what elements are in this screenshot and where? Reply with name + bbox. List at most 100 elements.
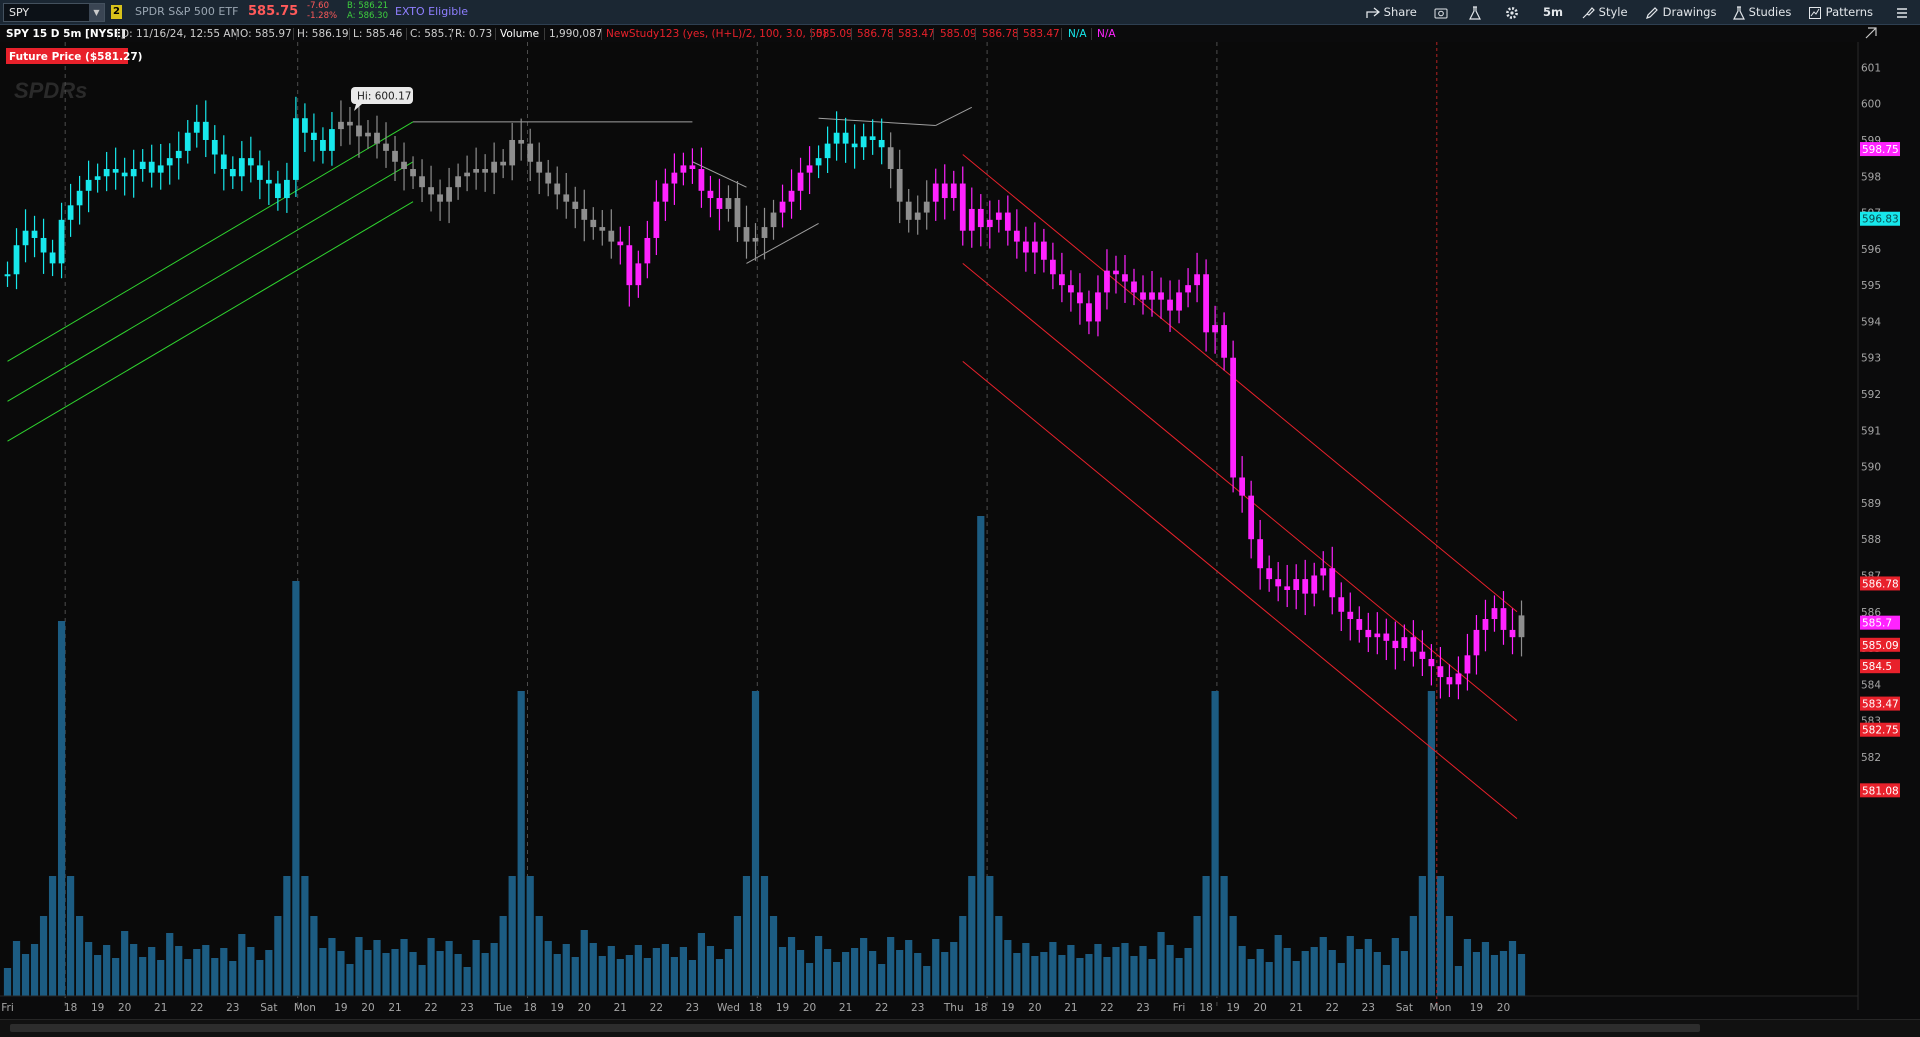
candle-body	[1401, 637, 1408, 649]
candle-body	[662, 183, 669, 202]
volume-bar	[643, 958, 651, 996]
candle-body	[1347, 611, 1354, 620]
time-tick-label: 19	[1001, 1002, 1014, 1014]
candle-body	[1455, 673, 1462, 685]
candle-body	[788, 190, 795, 202]
volume-bar	[1076, 958, 1084, 996]
volume-bar	[265, 950, 273, 996]
volume-bar	[229, 961, 237, 996]
candle-body	[725, 198, 732, 209]
candle-body	[311, 132, 317, 140]
candle-body	[220, 154, 227, 170]
volume-bar	[75, 916, 84, 996]
price-tick-label: 601	[1861, 62, 1881, 74]
volume-bar	[652, 948, 660, 996]
volume-bar	[48, 876, 57, 996]
volume-bar	[1337, 963, 1345, 996]
price-tick-label: 593	[1861, 353, 1881, 365]
candle-body	[166, 158, 173, 166]
volume-bar	[661, 944, 669, 996]
volume-bar	[751, 691, 760, 996]
price-tick-label: 592	[1861, 389, 1881, 401]
volume-bar	[679, 947, 688, 996]
candle-body	[554, 183, 561, 195]
candle-body	[1203, 274, 1209, 333]
volume-bar	[337, 951, 345, 996]
volume-bar	[57, 621, 66, 996]
volume-bar	[247, 947, 255, 996]
volume-bar	[292, 581, 300, 996]
candle-body	[58, 219, 65, 264]
candle-body	[608, 230, 615, 242]
volume-bar	[1175, 958, 1183, 996]
volume-bar	[977, 516, 985, 996]
candle-body	[1221, 325, 1227, 358]
volume-bar	[823, 949, 832, 996]
volume-bar	[1256, 949, 1264, 996]
volume-bar	[1148, 959, 1156, 996]
volume-bar	[1220, 876, 1228, 996]
horizontal-scrollbar[interactable]	[0, 1019, 1920, 1037]
time-axis[interactable]: Fri 18 19 20 21 22 23 Sat Mon 19 20 21 22 23 Tue 18 19 20…	[0, 995, 1858, 1014]
volume-bar	[1454, 966, 1463, 996]
time-tick-label: 20	[1253, 1002, 1266, 1014]
candle-body	[1095, 292, 1101, 322]
future-price-text: Future Price ($581.27)	[9, 51, 142, 63]
volume-bar	[1247, 959, 1255, 996]
candle-body	[1040, 241, 1047, 260]
volume-bar	[1238, 946, 1246, 996]
volume-bar	[553, 954, 561, 996]
candle-body	[590, 219, 597, 228]
candle-body	[1131, 281, 1137, 293]
time-tick-label: Fri	[1, 1002, 14, 1014]
candle-body	[878, 139, 885, 148]
price-badge-label: 584.5	[1862, 661, 1892, 673]
volume-bar	[715, 959, 724, 996]
price-tick-label: 595	[1861, 280, 1881, 292]
price-axis[interactable]: 5825835845855865875885895905915925935945…	[1857, 42, 1900, 1010]
volume-bar	[1139, 946, 1147, 996]
price-badge-label: 581.08	[1862, 785, 1899, 797]
time-tick-label: 23	[1362, 1002, 1375, 1014]
volume-bar	[1229, 916, 1237, 996]
candle-body	[1311, 575, 1318, 594]
candle-body	[283, 179, 290, 199]
candle-body	[1140, 292, 1146, 300]
candle-body	[536, 161, 543, 173]
candle-body	[716, 198, 723, 209]
candle-body	[1482, 619, 1489, 630]
time-tick-label: Sat	[260, 1002, 277, 1014]
candle-body	[121, 172, 128, 177]
volume-bar	[1373, 952, 1381, 996]
time-tick-label: 18	[749, 1002, 762, 1014]
time-tick-label: 18	[1199, 1002, 1212, 1014]
volume-bar	[851, 948, 859, 996]
candle-body	[563, 194, 570, 202]
candle-body	[1257, 539, 1264, 569]
volume-bar	[959, 916, 967, 996]
volume-bar	[355, 937, 363, 996]
candle-body	[211, 139, 218, 155]
price-tick-label: 588	[1861, 534, 1881, 546]
time-tick-label: 20	[803, 1002, 816, 1014]
time-tick-label: 19	[551, 1002, 564, 1014]
volume-bar	[391, 949, 399, 996]
candle-body	[1293, 579, 1300, 590]
candle-body	[293, 118, 299, 180]
time-tick-label: Thu	[943, 1002, 964, 1014]
scrollbar-thumb[interactable]	[10, 1024, 1700, 1032]
time-tick-label: 22	[1100, 1002, 1113, 1014]
volume-bar	[986, 876, 994, 996]
price-chart[interactable]: SPDRs Future Price ($581.27) Hi: 600.17 …	[0, 0, 1920, 1036]
time-tick-label: 22	[190, 1002, 203, 1014]
crosshair-icon[interactable]	[1865, 27, 1877, 39]
candle-body	[950, 183, 957, 199]
price-tick-label: 598	[1861, 171, 1881, 183]
volume-bar	[1319, 937, 1327, 996]
candle-body	[40, 237, 47, 253]
volume-bar	[1031, 956, 1039, 996]
candle-body	[139, 161, 146, 170]
candle-body	[698, 169, 705, 191]
volume-bar	[12, 941, 21, 996]
time-tick-label: Mon	[294, 1002, 316, 1014]
